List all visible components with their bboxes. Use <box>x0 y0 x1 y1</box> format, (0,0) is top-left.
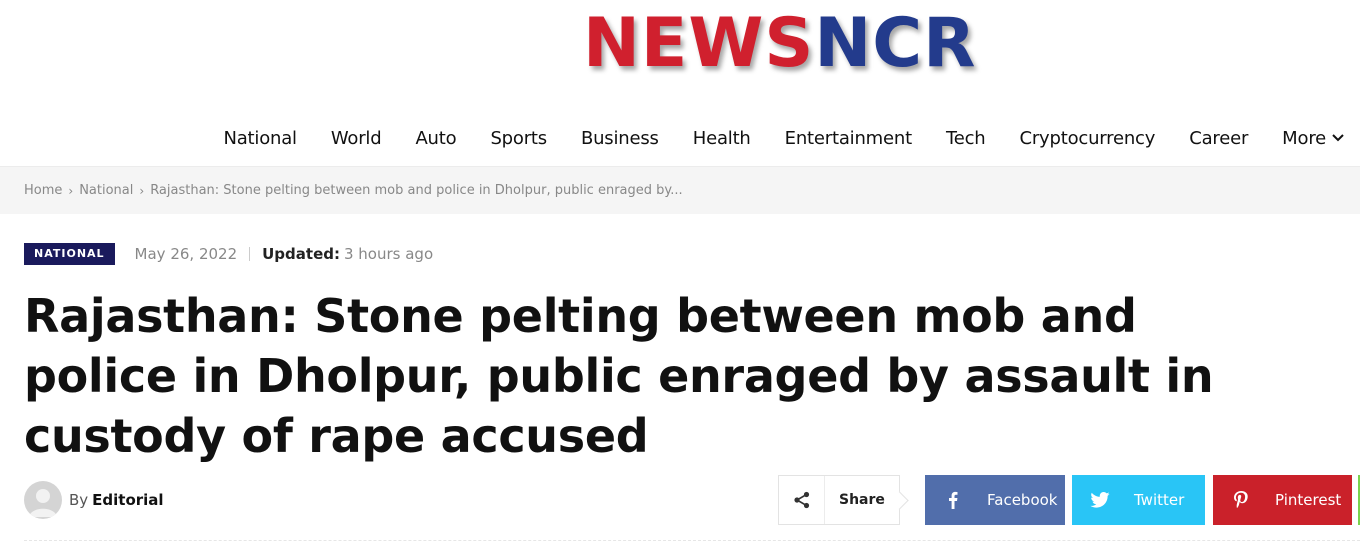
nav-item-auto[interactable]: Auto <box>415 128 456 149</box>
author-block: By Editorial <box>24 481 164 519</box>
facebook-share-button[interactable]: Facebook <box>925 475 1065 525</box>
nav-more-label: More <box>1282 127 1326 149</box>
article-meta: NATIONAL May 26, 2022 Updated: 3 hours a… <box>24 242 433 265</box>
chevron-down-icon <box>1332 131 1344 146</box>
by-label: By <box>69 491 89 509</box>
share-icon <box>779 476 825 524</box>
facebook-label: Facebook <box>987 491 1058 509</box>
nav-item-world[interactable]: World <box>331 128 382 149</box>
updated-value: 3 hours ago <box>343 244 434 263</box>
pinterest-label: Pinterest <box>1275 491 1342 509</box>
site-logo[interactable]: NEWS NCR <box>583 6 977 82</box>
breadcrumb-separator-icon: › <box>139 183 145 198</box>
nav-item-cryptocurrency[interactable]: Cryptocurrency <box>1019 128 1155 149</box>
breadcrumb-separator-icon: › <box>68 183 74 198</box>
pinterest-share-button[interactable]: Pinterest <box>1213 475 1352 525</box>
author-name[interactable]: Editorial <box>92 491 163 509</box>
updated-label: Updated: <box>262 244 340 263</box>
twitter-icon <box>1072 475 1128 525</box>
logo-news: NEWS <box>583 4 815 83</box>
breadcrumb-home[interactable]: Home <box>24 183 62 198</box>
nav-item-tech[interactable]: Tech <box>946 128 986 149</box>
breadcrumb-bar: Home › National › Rajasthan: Stone pelti… <box>0 166 1360 214</box>
main-nav: National World Auto Sports Business Heal… <box>0 110 1360 166</box>
avatar-icon[interactable] <box>24 481 62 519</box>
breadcrumb: Home › National › Rajasthan: Stone pelti… <box>24 183 683 198</box>
nav-item-national[interactable]: National <box>223 128 297 149</box>
twitter-share-button[interactable]: Twitter <box>1072 475 1205 525</box>
category-badge[interactable]: NATIONAL <box>24 242 115 265</box>
breadcrumb-current: Rajasthan: Stone pelting between mob and… <box>150 183 683 198</box>
twitter-label: Twitter <box>1134 491 1185 509</box>
publish-date: May 26, 2022 <box>134 244 238 263</box>
nav-item-sports[interactable]: Sports <box>490 128 547 149</box>
facebook-icon <box>925 475 981 525</box>
share-box[interactable]: Share <box>778 475 900 525</box>
nav-item-more[interactable]: More <box>1282 128 1344 149</box>
share-label: Share <box>839 492 885 508</box>
divider <box>24 540 1360 541</box>
article-title: Rajasthan: Stone pelting between mob and… <box>24 289 1214 463</box>
nav-item-business[interactable]: Business <box>581 128 659 149</box>
breadcrumb-section[interactable]: National <box>79 183 133 198</box>
nav-item-entertainment[interactable]: Entertainment <box>785 128 912 149</box>
meta-divider <box>249 246 251 261</box>
nav-item-health[interactable]: Health <box>693 128 751 149</box>
pinterest-icon <box>1213 475 1269 525</box>
nav-item-career[interactable]: Career <box>1189 128 1248 149</box>
logo-ncr: NCR <box>814 4 977 83</box>
